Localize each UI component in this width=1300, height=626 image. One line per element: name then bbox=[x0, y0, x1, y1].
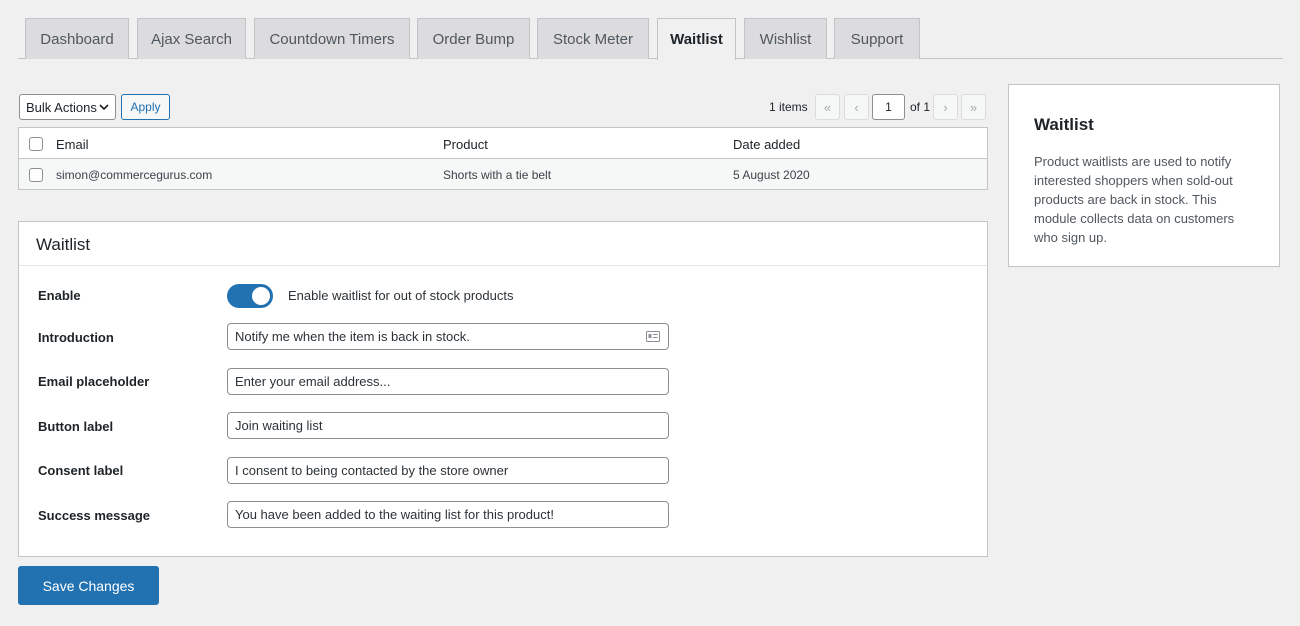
panel-title: Waitlist bbox=[19, 222, 987, 266]
info-title: Waitlist bbox=[1034, 115, 1094, 134]
row-product: Shorts with a tie belt bbox=[443, 168, 552, 182]
button-label-label: Button label bbox=[38, 419, 114, 434]
bulk-actions-value: Bulk Actions bbox=[26, 99, 97, 115]
prev-page-button[interactable]: ‹ bbox=[844, 94, 869, 120]
chevron-down-icon bbox=[99, 103, 109, 110]
current-page-input[interactable]: 1 bbox=[872, 94, 905, 120]
row-checkbox[interactable] bbox=[29, 168, 43, 182]
consent-label-input[interactable]: I consent to being contacted by the stor… bbox=[227, 457, 669, 484]
select-all-checkbox[interactable] bbox=[29, 137, 43, 151]
email-placeholder-input[interactable]: Enter your email address... bbox=[227, 368, 669, 395]
tab-support[interactable]: Support bbox=[834, 18, 920, 59]
bulk-actions-select[interactable]: Bulk Actions bbox=[19, 94, 116, 120]
items-count: 1 items bbox=[769, 100, 808, 114]
tab-stock-meter[interactable]: Stock Meter bbox=[537, 18, 649, 59]
button-label-input[interactable]: Join waiting list bbox=[227, 412, 669, 439]
column-email[interactable]: Email bbox=[56, 137, 89, 152]
enable-label: Enable bbox=[38, 288, 81, 303]
waitlist-settings-panel: Waitlist Enable Enable waitlist for out … bbox=[18, 221, 988, 557]
column-product[interactable]: Product bbox=[443, 137, 488, 152]
waitlist-table: Email Product Date added simon@commerceg… bbox=[18, 127, 988, 190]
introduction-input[interactable]: Notify me when the item is back in stock… bbox=[227, 323, 669, 350]
save-changes-button[interactable]: Save Changes bbox=[18, 566, 159, 605]
contact-card-icon[interactable] bbox=[646, 331, 660, 342]
tab-order-bump[interactable]: Order Bump bbox=[417, 18, 530, 59]
enable-toggle[interactable] bbox=[227, 284, 273, 308]
next-page-button[interactable]: › bbox=[933, 94, 958, 120]
enable-toggle-text: Enable waitlist for out of stock product… bbox=[288, 288, 514, 303]
consent-label-label: Consent label bbox=[38, 463, 124, 478]
success-message-label: Success message bbox=[38, 508, 151, 523]
tab-ajax-search[interactable]: Ajax Search bbox=[137, 18, 246, 59]
success-message-input[interactable]: You have been added to the waiting list … bbox=[227, 501, 669, 528]
last-page-button[interactable]: » bbox=[961, 94, 986, 120]
tab-wishlist[interactable]: Wishlist bbox=[744, 18, 827, 59]
info-text: Product waitlists are used to notify int… bbox=[1034, 154, 1235, 245]
first-page-button[interactable]: « bbox=[815, 94, 840, 120]
tab-dashboard[interactable]: Dashboard bbox=[25, 18, 129, 59]
introduction-value: Notify me when the item is back in stock… bbox=[235, 329, 470, 344]
toggle-knob bbox=[252, 287, 270, 305]
column-date-added[interactable]: Date added bbox=[733, 137, 800, 152]
tab-countdown-timers[interactable]: Countdown Timers bbox=[254, 18, 410, 59]
introduction-label: Introduction bbox=[38, 330, 114, 345]
apply-button[interactable]: Apply bbox=[121, 94, 170, 120]
table-row: simon@commercegurus.com Shorts with a ti… bbox=[19, 159, 987, 189]
row-email: simon@commercegurus.com bbox=[56, 168, 213, 182]
waitlist-info-box: Waitlist Product waitlists are used to n… bbox=[1008, 84, 1280, 267]
total-pages: of 1 bbox=[910, 100, 931, 114]
row-date: 5 August 2020 bbox=[733, 168, 810, 182]
module-tabs: Dashboard Ajax Search Countdown Timers O… bbox=[18, 18, 1283, 60]
tab-waitlist[interactable]: Waitlist bbox=[657, 18, 736, 60]
email-placeholder-label: Email placeholder bbox=[38, 374, 150, 389]
table-header: Email Product Date added bbox=[19, 128, 987, 159]
